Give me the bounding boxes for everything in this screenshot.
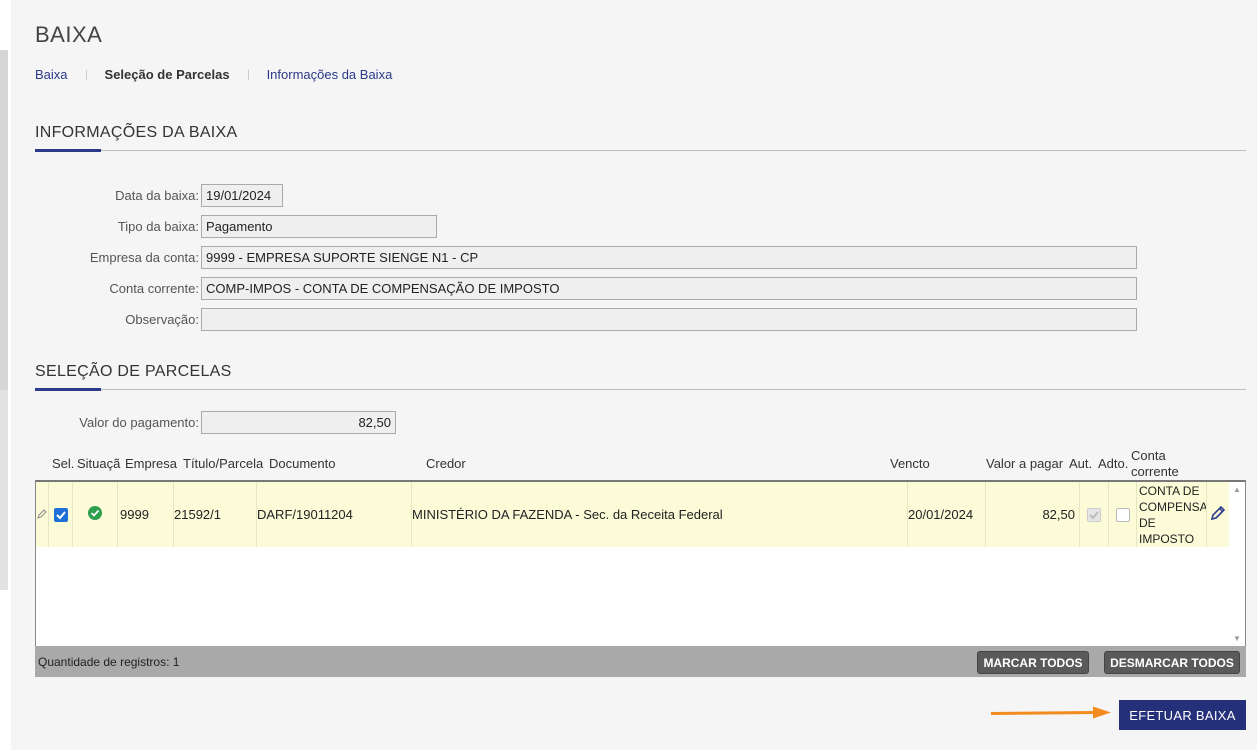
- row-titulo: 21592/1: [174, 482, 257, 547]
- col-adto[interactable]: Adto.: [1098, 456, 1128, 471]
- row-adto-cell: [1109, 482, 1137, 547]
- observacao-label: Observação:: [125, 312, 199, 327]
- grid-body: 9999 21592/1 DARF/19011204 MINISTÉRIO DA…: [35, 480, 1246, 646]
- col-documento[interactable]: Documento: [269, 456, 335, 471]
- data-baixa-field[interactable]: 19/01/2024: [201, 184, 283, 207]
- row-adto-checkbox[interactable]: [1115, 507, 1130, 522]
- efetuar-baixa-button[interactable]: EFETUAR BAIXA: [1119, 700, 1246, 730]
- conta-corrente-field[interactable]: COMP-IMPOS - CONTA DE COMPENSAÇÃO DE IMP…: [201, 277, 1137, 300]
- section-accent: [35, 388, 101, 391]
- col-conta-line1[interactable]: Conta: [1131, 448, 1166, 463]
- breadcrumb-selecao-parcelas[interactable]: Seleção de Parcelas: [105, 67, 230, 82]
- tipo-baixa-label: Tipo da baixa:: [117, 219, 199, 234]
- col-credor[interactable]: Credor: [426, 456, 466, 471]
- tipo-baixa-field[interactable]: Pagamento: [201, 215, 437, 238]
- row-vencto: 20/01/2024: [908, 482, 986, 547]
- col-situacao[interactable]: Situaçã: [77, 456, 120, 471]
- row-edit-conta-cell: [1207, 482, 1229, 547]
- field-row-observacao: Observação:: [11, 308, 1137, 331]
- row-aut-cell: [1080, 482, 1109, 547]
- breadcrumb-separator: [85, 69, 87, 80]
- valor-pagamento-field[interactable]: 82,50: [201, 411, 396, 434]
- scroll-down-icon[interactable]: ▼: [1233, 634, 1241, 643]
- section-divider: [35, 150, 1246, 151]
- breadcrumb: Baixa Seleção de Parcelas Informações da…: [35, 67, 392, 82]
- row-empresa: 9999: [118, 482, 174, 547]
- row-aut-checkbox: [1087, 507, 1101, 522]
- row-credor: MINISTÉRIO DA FAZENDA - Sec. da Receita …: [412, 482, 908, 547]
- breadcrumb-informacoes-baixa[interactable]: Informações da Baixa: [267, 67, 393, 82]
- row-conta-line: DE: [1139, 515, 1156, 530]
- observacao-field[interactable]: [201, 308, 1137, 331]
- edit-icon[interactable]: [1210, 505, 1226, 524]
- section-accent: [35, 149, 101, 152]
- arrow-right-icon: [990, 706, 1113, 725]
- page-title: BAIXA: [35, 22, 103, 47]
- mark-all-button[interactable]: MARCAR TODOS: [977, 651, 1089, 674]
- breadcrumb-baixa[interactable]: Baixa: [35, 67, 68, 82]
- row-conta-line: IMPOSTO: [1139, 531, 1195, 546]
- row-select-checkbox[interactable]: [53, 507, 68, 522]
- check-circle-icon: [88, 506, 102, 523]
- section-divider: [35, 389, 1246, 390]
- field-row-tipo: Tipo da baixa: Pagamento: [11, 215, 437, 238]
- field-row-empresa: Empresa da conta: 9999 - EMPRESA SUPORTE…: [11, 246, 1137, 269]
- record-count: Quantidade de registros: 1: [38, 655, 180, 669]
- page: BAIXA Baixa Seleção de Parcelas Informaç…: [11, 0, 1257, 750]
- scroll-up-icon[interactable]: ▲: [1233, 485, 1241, 494]
- col-conta-line2[interactable]: corrente: [1131, 464, 1179, 479]
- conta-corrente-label: Conta corrente:: [109, 281, 199, 296]
- grid-header: Sel. Situaçã Empresa Título/Parcela Docu…: [35, 446, 1246, 481]
- grid-scrollbar[interactable]: ▲ ▼: [1229, 482, 1245, 646]
- col-titulo[interactable]: Título/Parcela: [183, 456, 263, 471]
- section-heading-informacoes: INFORMAÇÕES DA BAIXA: [35, 124, 238, 141]
- data-baixa-label: Data da baixa:: [115, 188, 199, 203]
- field-row-valor: Valor do pagamento: 82,50: [11, 411, 396, 434]
- breadcrumb-separator: [247, 69, 249, 80]
- empresa-conta-label: Empresa da conta:: [89, 250, 199, 265]
- row-status-cell: [73, 482, 118, 547]
- pencil-icon[interactable]: [37, 507, 47, 522]
- row-conta-line: CONTA DE: [1139, 483, 1200, 498]
- row-conta-line: COMPENSA: [1139, 499, 1207, 514]
- unmark-all-button[interactable]: DESMARCAR TODOS: [1104, 651, 1240, 674]
- row-documento: DARF/19011204: [257, 482, 412, 547]
- row-edit-cell: [36, 482, 49, 547]
- col-empresa[interactable]: Empresa: [125, 456, 177, 471]
- grid-footer: Quantidade de registros: 1 MARCAR TODOS …: [35, 646, 1246, 677]
- section-heading-selecao: SELEÇÃO DE PARCELAS: [35, 363, 232, 380]
- col-vencto[interactable]: Vencto: [890, 456, 930, 471]
- row-conta-cell: CONTA DE COMPENSA DE IMPOSTO: [1137, 482, 1207, 547]
- empresa-conta-field[interactable]: 9999 - EMPRESA SUPORTE SIENGE N1 - CP: [201, 246, 1137, 269]
- col-sel[interactable]: Sel.: [52, 456, 74, 471]
- table-row[interactable]: 9999 21592/1 DARF/19011204 MINISTÉRIO DA…: [36, 482, 1229, 547]
- col-valor[interactable]: Valor a pagar: [986, 456, 1063, 471]
- row-select-cell: [49, 482, 73, 547]
- left-scroll-edge: [0, 50, 8, 390]
- valor-pagamento-label: Valor do pagamento:: [79, 415, 199, 430]
- field-row-conta: Conta corrente: COMP-IMPOS - CONTA DE CO…: [11, 277, 1137, 300]
- col-aut[interactable]: Aut.: [1069, 456, 1092, 471]
- field-row-data: Data da baixa: 19/01/2024: [11, 184, 283, 207]
- left-scroll-edge-lower: [0, 390, 8, 590]
- row-valor: 82,50: [986, 482, 1080, 547]
